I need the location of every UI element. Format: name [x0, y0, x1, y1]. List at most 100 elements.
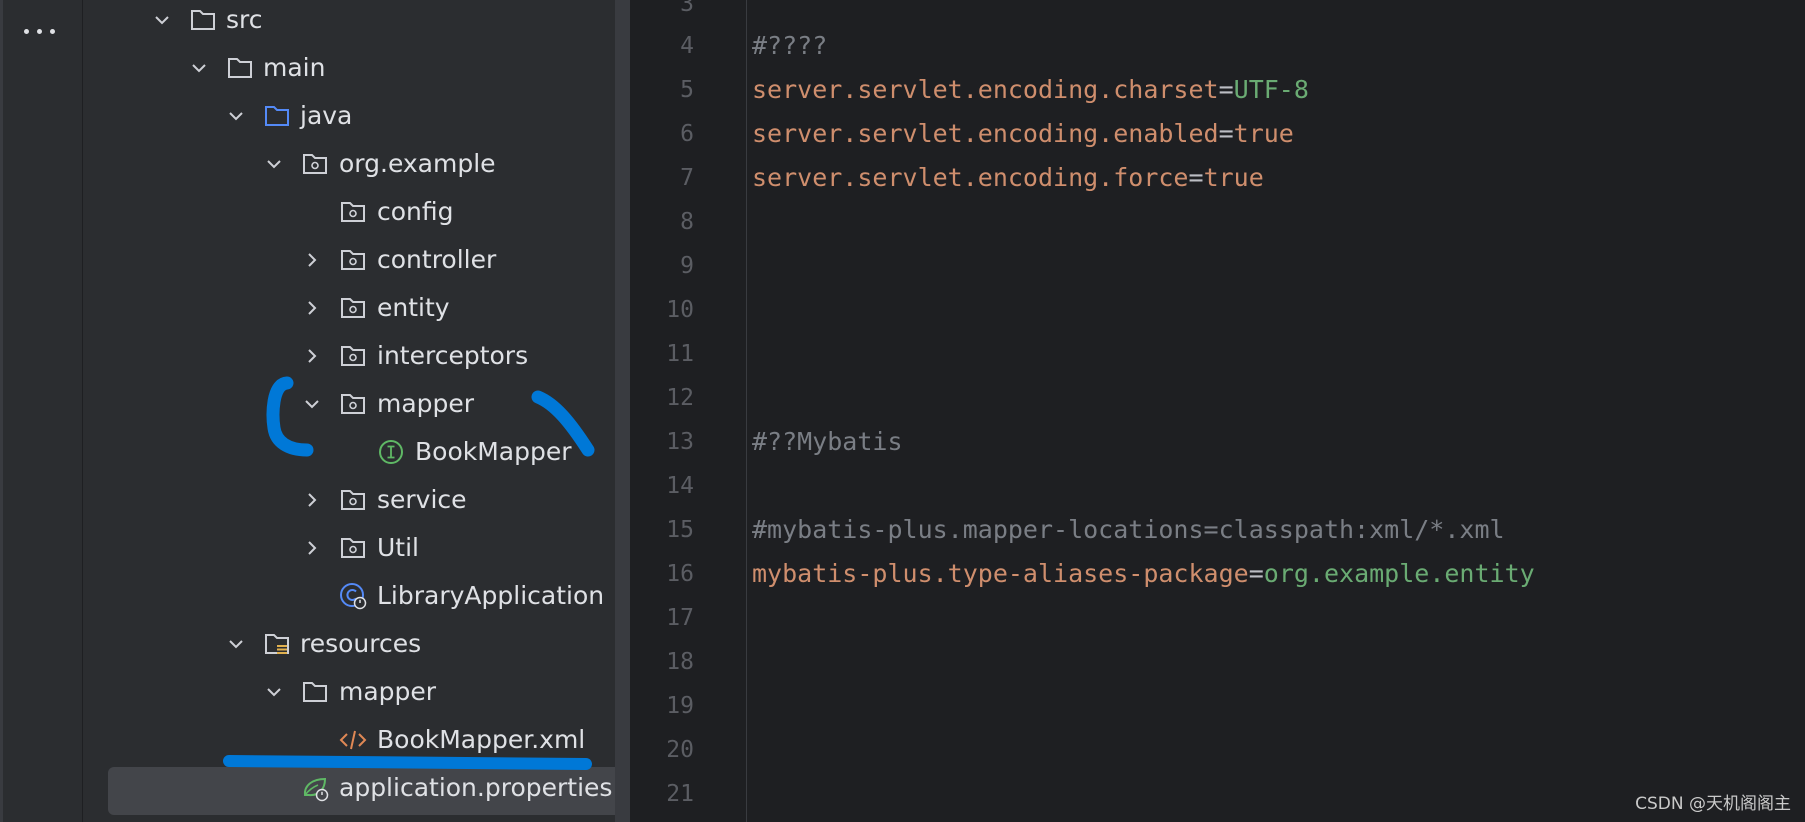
tree-item-libraryapplication[interactable]: LibraryApplication: [83, 573, 623, 619]
package-icon: [341, 250, 365, 270]
tree-item-util[interactable]: Util: [83, 525, 623, 571]
tree-item-bookmapper-xml[interactable]: BookMapper.xml: [83, 717, 623, 763]
line-number: 21: [666, 781, 694, 807]
tool-window-strip: [0, 0, 83, 822]
line-number: 13: [666, 429, 694, 455]
tree-item-entity[interactable]: entity: [83, 285, 623, 331]
property-key-token: mybatis-plus.type-aliases-package: [752, 559, 1249, 588]
chevron-down-icon[interactable]: [189, 58, 209, 78]
line-number: 16: [666, 561, 694, 587]
chevron-down-icon[interactable]: [226, 106, 246, 126]
chevron-right-icon[interactable]: [302, 490, 322, 510]
xml-file-icon: [339, 730, 367, 750]
folder-icon: [228, 58, 252, 78]
property-key-token: server.servlet.encoding.force: [752, 163, 1189, 192]
equals-token: =: [1218, 75, 1234, 104]
tree-item-org-example[interactable]: org.example: [83, 141, 623, 187]
tree-item-bookmapper[interactable]: BookMapper: [83, 429, 623, 475]
gutter-divider: [746, 0, 747, 822]
line-number: 9: [680, 253, 694, 279]
chevron-right-icon[interactable]: [302, 298, 322, 318]
line-number: 19: [666, 693, 694, 719]
tree-item-label: controller: [377, 245, 497, 274]
code-line[interactable]: server.servlet.encoding.enabled=true: [752, 119, 1294, 149]
chevron-right-icon[interactable]: [302, 538, 322, 558]
property-value-token: org.example.entity: [1263, 559, 1535, 588]
tree-item-application-properties[interactable]: application.properties: [83, 765, 624, 815]
tree-item-java[interactable]: java: [83, 93, 623, 139]
watermark-text: CSDN @天机阁阁主: [1635, 794, 1791, 814]
tree-item-src[interactable]: src: [83, 0, 623, 43]
line-number: 8: [680, 209, 694, 235]
folder-icon: [303, 682, 327, 702]
chevron-right-icon[interactable]: [302, 346, 322, 366]
tree-item-label: LibraryApplication: [377, 581, 605, 610]
more-horizontal-icon[interactable]: [22, 22, 60, 40]
spring-properties-icon: [303, 777, 329, 802]
tree-item-resources[interactable]: resources: [83, 621, 623, 667]
property-value-token: true: [1203, 163, 1264, 192]
line-number-gutter: 3 4 5 6 7 8 9 10 11 12 13 14 15 16 17 18…: [630, 0, 746, 822]
line-number: 14: [666, 473, 694, 499]
package-icon: [341, 538, 365, 558]
package-icon: [341, 202, 365, 222]
code-line[interactable]: server.servlet.encoding.force=true: [752, 163, 1264, 193]
window-edge: [0, 0, 3, 822]
tree-item-label: config: [377, 197, 454, 226]
tree-item-label: BookMapper: [415, 437, 572, 466]
tree-item-label: interceptors: [377, 341, 529, 370]
package-icon: [341, 490, 365, 510]
tree-item-mapper-package[interactable]: mapper: [83, 381, 623, 427]
tree-item-interceptors[interactable]: interceptors: [83, 333, 623, 379]
code-line[interactable]: server.servlet.encoding.charset=UTF-8: [752, 75, 1309, 105]
panel-splitter[interactable]: [615, 0, 630, 822]
interface-icon: [379, 440, 403, 464]
line-number: 17: [666, 605, 694, 631]
code-line[interactable]: #??Mybatis: [752, 427, 903, 457]
package-icon: [303, 154, 327, 174]
source-folder-icon: [265, 106, 289, 126]
chevron-down-icon[interactable]: [226, 634, 246, 654]
line-number: 4: [680, 33, 694, 59]
line-number: 20: [666, 737, 694, 763]
tree-item-label: java: [300, 101, 353, 130]
property-value-token: true: [1233, 119, 1294, 148]
tree-item-label: resources: [300, 629, 422, 658]
spring-boot-class-icon: [340, 583, 367, 610]
property-value-token: UTF-8: [1233, 75, 1309, 104]
chevron-down-icon[interactable]: [152, 10, 172, 30]
project-tree: src main java org.example config control…: [83, 0, 625, 822]
package-icon: [341, 298, 365, 318]
line-number: 6: [680, 121, 694, 147]
tree-item-controller[interactable]: controller: [83, 237, 623, 283]
package-icon: [341, 394, 365, 414]
equals-token: =: [1188, 163, 1204, 192]
comment-token: #??Mybatis: [752, 427, 903, 456]
line-number: 7: [680, 165, 694, 191]
code-line[interactable]: #mybatis-plus.mapper-locations=classpath…: [752, 515, 1505, 545]
property-key-token: server.servlet.encoding.charset: [752, 75, 1219, 104]
code-line[interactable]: mybatis-plus.type-aliases-package=org.ex…: [752, 559, 1535, 589]
tree-item-label: main: [263, 53, 326, 82]
tree-item-mapper-folder[interactable]: mapper: [83, 669, 623, 715]
chevron-down-icon[interactable]: [264, 682, 284, 702]
tree-item-label: src: [226, 5, 263, 34]
property-key-token: server.servlet.encoding.enabled: [752, 119, 1219, 148]
equals-token: =: [1218, 119, 1234, 148]
comment-token: #????: [752, 31, 828, 60]
chevron-down-icon[interactable]: [264, 154, 284, 174]
chevron-down-icon[interactable]: [302, 394, 322, 414]
line-number: 10: [666, 297, 694, 323]
line-number: 11: [666, 341, 694, 367]
comment-token: #mybatis-plus.mapper-locations=classpath…: [752, 515, 1505, 544]
tree-item-label: BookMapper.xml: [377, 725, 586, 754]
tree-item-config[interactable]: config: [83, 189, 623, 235]
tree-item-label: org.example: [339, 149, 496, 178]
equals-token: =: [1248, 559, 1264, 588]
tree-item-service[interactable]: service: [83, 477, 623, 523]
resources-folder-icon: [265, 634, 289, 654]
code-line[interactable]: #????: [752, 31, 827, 61]
chevron-right-icon[interactable]: [302, 250, 322, 270]
tree-item-main[interactable]: main: [83, 45, 623, 91]
code-editor[interactable]: 3 4 5 6 7 8 9 10 11 12 13 14 15 16 17 18…: [630, 0, 1805, 822]
